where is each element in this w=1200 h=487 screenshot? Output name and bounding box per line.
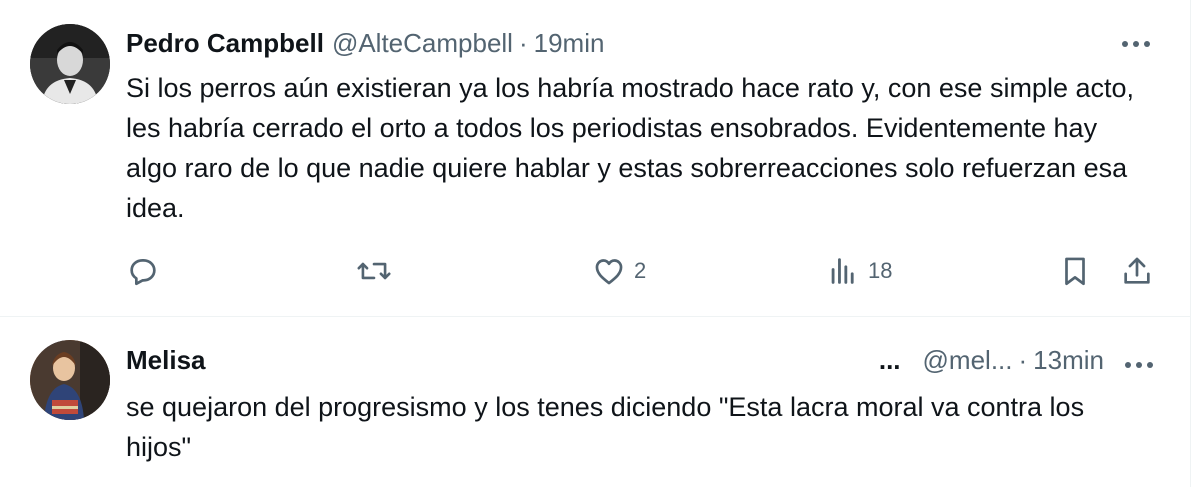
separator-dot: ·: [1018, 345, 1028, 375]
author-name[interactable]: Pedro Campbell: [126, 28, 324, 59]
retweet-icon: [357, 262, 391, 280]
bookmark-button[interactable]: [1058, 251, 1092, 291]
reply-button[interactable]: [126, 251, 168, 291]
avatar-photo: [30, 340, 110, 420]
more-options-button[interactable]: [1118, 32, 1154, 56]
like-button[interactable]: 2: [592, 251, 646, 291]
tweet-actions: 2 18: [126, 251, 1160, 291]
avatar[interactable]: [30, 340, 110, 420]
share-icon: [1124, 257, 1150, 284]
more-icon: [1125, 362, 1153, 368]
more-icon: [1122, 41, 1150, 47]
heart-icon: [595, 259, 623, 285]
tweet[interactable]: Melisa ... @mel... · 13min se quejaron d…: [0, 317, 1190, 487]
tweet-header: Melisa: [126, 345, 206, 376]
views-button[interactable]: 18: [826, 251, 892, 291]
views-count: 18: [868, 258, 893, 283]
timestamp[interactable]: 19min: [534, 28, 605, 59]
author-name[interactable]: Melisa: [126, 345, 206, 376]
tweet-feed: Pedro Campbell @AlteCampbell · 19min Si …: [0, 0, 1191, 487]
share-button[interactable]: [1120, 251, 1154, 291]
views-icon: [831, 258, 854, 284]
timestamp[interactable]: 13min: [1033, 345, 1104, 376]
separator-dot: ·: [518, 28, 528, 58]
tweet[interactable]: Pedro Campbell @AlteCampbell · 19min Si …: [0, 0, 1190, 317]
author-handle[interactable]: @mel...: [923, 345, 1013, 376]
retweet-button[interactable]: [356, 251, 400, 291]
tweet-header: Pedro Campbell @AlteCampbell · 19min: [126, 28, 604, 59]
tweet-text: se quejaron del progresismo y los tenes …: [126, 392, 1085, 462]
tweet-text: Si los perros aún existieran ya los habr…: [126, 73, 1135, 223]
avatar[interactable]: [30, 24, 110, 104]
tweet-meta: ... @mel... · 13min: [879, 345, 1154, 377]
name-overflow-ellipsis: ...: [878, 345, 901, 375]
bookmark-icon: [1065, 257, 1085, 286]
avatar-photo: [30, 24, 110, 104]
more-options-button[interactable]: [1124, 353, 1154, 377]
reply-icon: [130, 259, 156, 286]
like-count: 2: [634, 258, 647, 283]
author-handle[interactable]: @AlteCampbell: [332, 28, 513, 59]
